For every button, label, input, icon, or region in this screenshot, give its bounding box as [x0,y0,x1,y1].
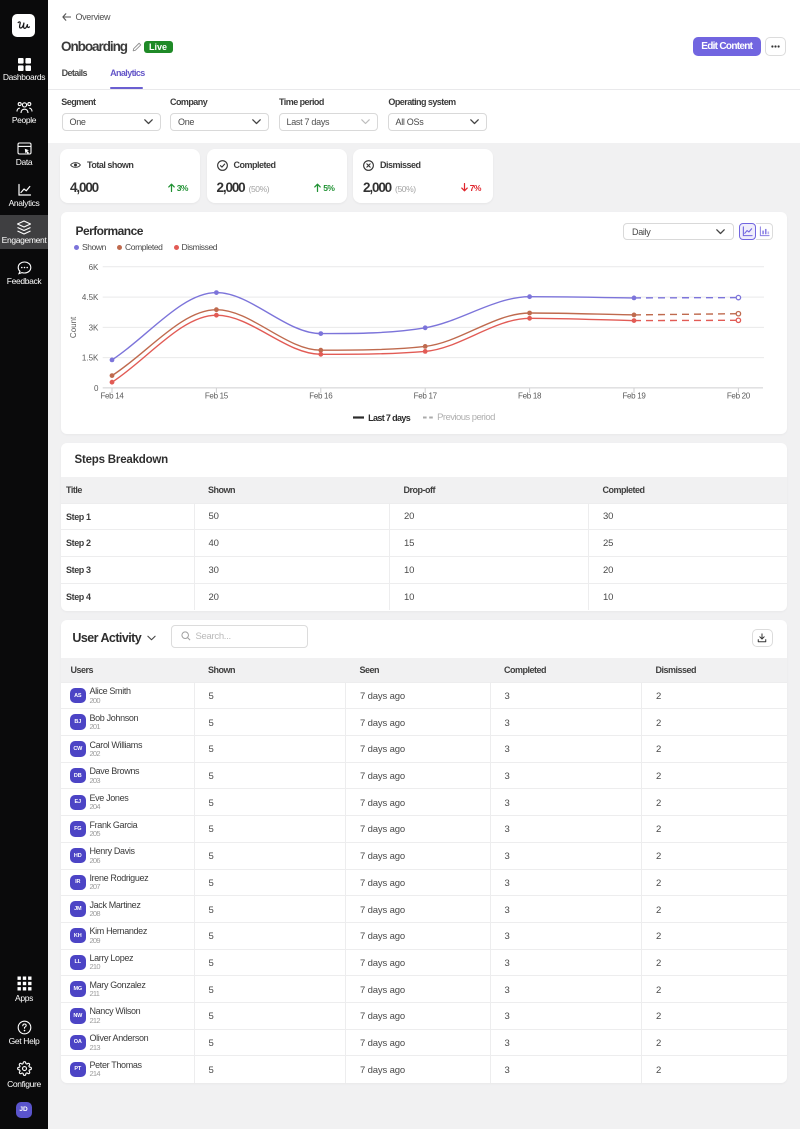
svg-text:1.5K: 1.5K [82,354,99,363]
svg-text:Feb 19: Feb 19 [622,392,646,401]
svg-text:3K: 3K [89,324,99,333]
svg-text:Feb 20: Feb 20 [727,392,751,401]
svg-text:Feb 15: Feb 15 [205,392,229,401]
svg-text:Count: Count [69,316,78,338]
svg-text:Feb 14: Feb 14 [100,392,124,401]
svg-text:6K: 6K [89,263,99,272]
svg-text:0: 0 [94,384,99,393]
svg-text:Feb 16: Feb 16 [309,392,333,401]
svg-text:4.5K: 4.5K [82,293,99,302]
svg-text:Feb 18: Feb 18 [518,392,542,401]
svg-text:Feb 17: Feb 17 [414,392,438,401]
